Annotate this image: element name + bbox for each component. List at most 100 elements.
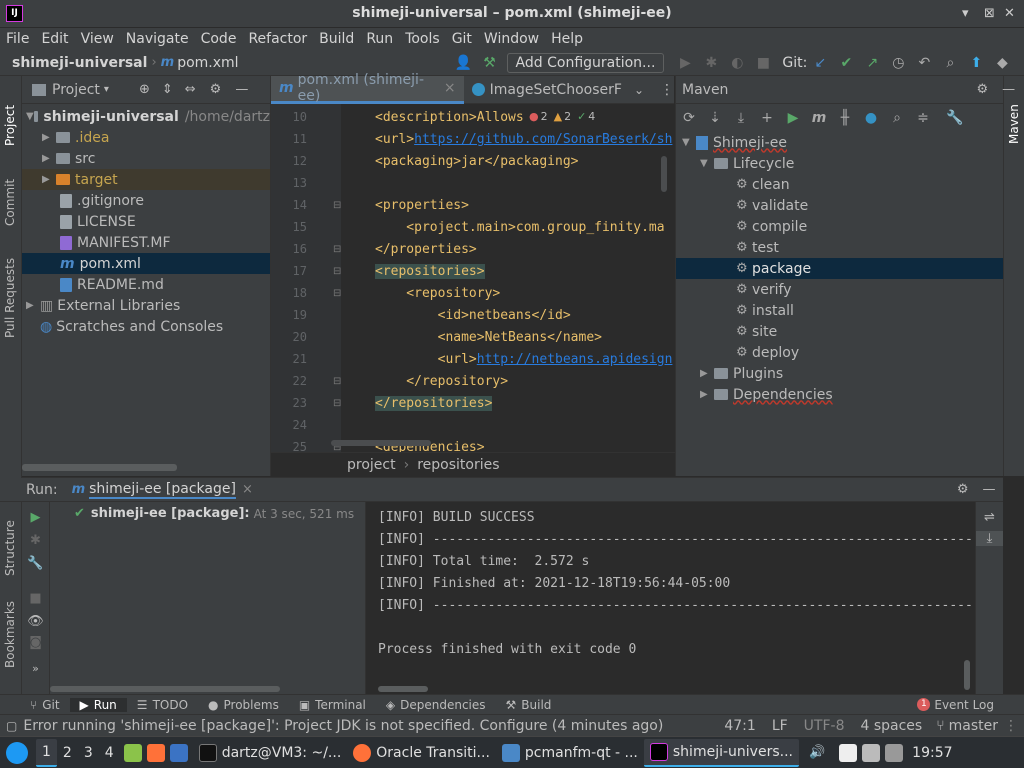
chevron-right-icon[interactable]: ▶: [700, 389, 714, 400]
task-terminal[interactable]: dartz@VM3: ~/...: [193, 739, 348, 767]
soft-wrap-icon[interactable]: ⇌: [976, 510, 1003, 525]
clock[interactable]: 19:57: [912, 745, 952, 761]
maven-goal-verify[interactable]: ⚙ verify: [676, 279, 1003, 300]
hide-icon[interactable]: —: [235, 82, 248, 97]
nav-file[interactable]: pom.xml: [177, 55, 238, 71]
status-line-separator[interactable]: LF: [772, 718, 788, 734]
execute-goal-icon[interactable]: m: [806, 110, 832, 126]
maximize-icon[interactable]: ⊠: [984, 6, 995, 21]
inspection-widget[interactable]: ● 2 ▲ 2 ✓ 4: [529, 110, 602, 123]
tree-item-gitignore[interactable]: .gitignore: [22, 190, 270, 211]
chevron-down-icon[interactable]: ▼: [700, 158, 714, 169]
task-firefox[interactable]: Oracle Transiti...: [347, 739, 496, 767]
menu-git[interactable]: Git: [446, 31, 478, 47]
skip-tests-icon[interactable]: ●: [858, 110, 884, 126]
close-icon[interactable]: ✕: [1004, 6, 1015, 21]
maven-goal-validate[interactable]: ⚙ validate: [676, 195, 1003, 216]
maven-plugins[interactable]: ▶ Plugins: [676, 363, 1003, 384]
stripe-project[interactable]: Project: [3, 105, 17, 146]
locate-icon[interactable]: ⊕: [139, 82, 150, 97]
clipboard-icon[interactable]: [839, 743, 858, 762]
stop-icon[interactable]: ■: [22, 591, 49, 606]
file-manager-launcher-icon[interactable]: [123, 743, 142, 762]
stripe-pull-requests[interactable]: Pull Requests: [3, 258, 17, 338]
maven-goal-site[interactable]: ⚙ site: [676, 321, 1003, 342]
search-icon[interactable]: ⌕: [884, 110, 910, 126]
more-icon[interactable]: »: [22, 662, 49, 675]
status-branch[interactable]: master: [949, 718, 998, 734]
user-icon[interactable]: 👤: [451, 55, 477, 71]
menu-tools[interactable]: Tools: [399, 31, 446, 47]
horizontal-scrollbar[interactable]: [50, 686, 280, 692]
tool-tab-terminal[interactable]: ▣ Terminal: [289, 698, 376, 712]
collapse-icon[interactable]: ≑: [910, 110, 936, 126]
menu-refactor[interactable]: Refactor: [242, 31, 313, 47]
run-item[interactable]: ✔ shimeji-ee [package]: At 3 sec, 521 ms: [50, 506, 365, 521]
maven-goal-install[interactable]: ⚙ install: [676, 300, 1003, 321]
tab-imagesetchooser[interactable]: ImageSetChooserF: [464, 76, 630, 104]
maven-goal-package[interactable]: ⚙ package: [676, 258, 1003, 279]
nav-project[interactable]: shimeji-universal: [12, 55, 147, 71]
menu-code[interactable]: Code: [195, 31, 243, 47]
code-link[interactable]: http://netbeans.apidesign: [477, 352, 673, 367]
reload-icon[interactable]: ⟳: [676, 110, 702, 126]
tool-tab-build[interactable]: ⚒ Build: [496, 698, 562, 712]
maven-lifecycle[interactable]: ▼ Lifecycle: [676, 153, 1003, 174]
console-output[interactable]: [INFO] BUILD SUCCESS [INFO] ------------…: [365, 502, 996, 695]
code-link[interactable]: https://github.com/SonarBeserk/sh: [414, 132, 672, 147]
fold-icon[interactable]: ⊟: [333, 398, 341, 409]
gear-icon[interactable]: ⚙: [957, 482, 969, 497]
close-tab-icon[interactable]: ×: [242, 482, 253, 497]
chevron-down-icon[interactable]: ▼: [26, 111, 34, 122]
menu-help[interactable]: Help: [545, 31, 589, 47]
rerun-icon[interactable]: ▶: [22, 510, 49, 525]
tool-tab-git[interactable]: ⑂ Git: [20, 698, 70, 712]
desktop-3[interactable]: 3: [78, 739, 99, 767]
tree-item-pom[interactable]: m pom.xml: [22, 253, 270, 274]
menu-view[interactable]: View: [75, 31, 120, 47]
search-icon[interactable]: ⌕: [937, 55, 963, 71]
run-icon[interactable]: ▶: [672, 55, 698, 71]
add-configuration-button[interactable]: Add Configuration...: [506, 52, 665, 73]
scroll-to-end-icon[interactable]: ⤓: [976, 531, 1003, 546]
menu-run[interactable]: Run: [360, 31, 399, 47]
tab-pom-xml[interactable]: m pom.xml (shimeji-ee) ×: [271, 72, 464, 104]
maven-project[interactable]: ▼ Shimeji-ee: [676, 132, 1003, 153]
tool-tab-problems[interactable]: ● Problems: [198, 698, 289, 712]
stripe-maven[interactable]: Maven: [1007, 104, 1021, 144]
breadcrumb-repositories[interactable]: repositories: [417, 457, 499, 473]
fold-icon[interactable]: ⊟: [333, 266, 341, 277]
status-message[interactable]: Error running 'shimeji-ee [package]': Pr…: [23, 718, 663, 734]
maven-goal-clean[interactable]: ⚙ clean: [676, 174, 1003, 195]
debug-icon[interactable]: ✱: [22, 533, 49, 548]
desktop-launcher-icon[interactable]: [169, 743, 188, 762]
desktop-2[interactable]: 2: [57, 739, 78, 767]
firefox-launcher-icon[interactable]: [146, 743, 165, 762]
status-position[interactable]: 47:1: [724, 718, 755, 734]
fold-icon[interactable]: ⊟: [333, 244, 341, 255]
menu-window[interactable]: Window: [478, 31, 545, 47]
tool-tab-dependencies[interactable]: ◈ Dependencies: [376, 698, 496, 712]
editor-hscroll[interactable]: [271, 440, 671, 448]
fold-icon[interactable]: ⊟: [333, 376, 341, 387]
gear-icon[interactable]: ⚙: [976, 82, 988, 97]
git-commit-icon[interactable]: ✔: [833, 55, 859, 71]
menu-navigate[interactable]: Navigate: [120, 31, 195, 47]
stop-icon[interactable]: ■: [750, 55, 776, 71]
network-icon[interactable]: [885, 743, 904, 762]
tree-item-target[interactable]: ▶ target: [22, 169, 270, 190]
maven-goal-compile[interactable]: ⚙ compile: [676, 216, 1003, 237]
project-panel-title[interactable]: Project: [52, 82, 100, 98]
start-menu-icon[interactable]: [6, 741, 28, 764]
tabs-dropdown-icon[interactable]: ⌄: [634, 83, 644, 97]
coverage-icon[interactable]: ◐: [724, 55, 750, 71]
maven-goal-deploy[interactable]: ⚙ deploy: [676, 342, 1003, 363]
chevron-down-icon[interactable]: ▾: [104, 84, 109, 95]
more-icon[interactable]: ⋮: [660, 82, 674, 98]
tree-item-license[interactable]: LICENSE: [22, 211, 270, 232]
menu-file[interactable]: File: [0, 31, 35, 47]
run-icon[interactable]: ▶: [780, 110, 806, 126]
vertical-scrollbar[interactable]: [964, 660, 970, 690]
rollback-icon[interactable]: ↶: [911, 55, 937, 71]
desktop-4[interactable]: 4: [99, 739, 120, 767]
